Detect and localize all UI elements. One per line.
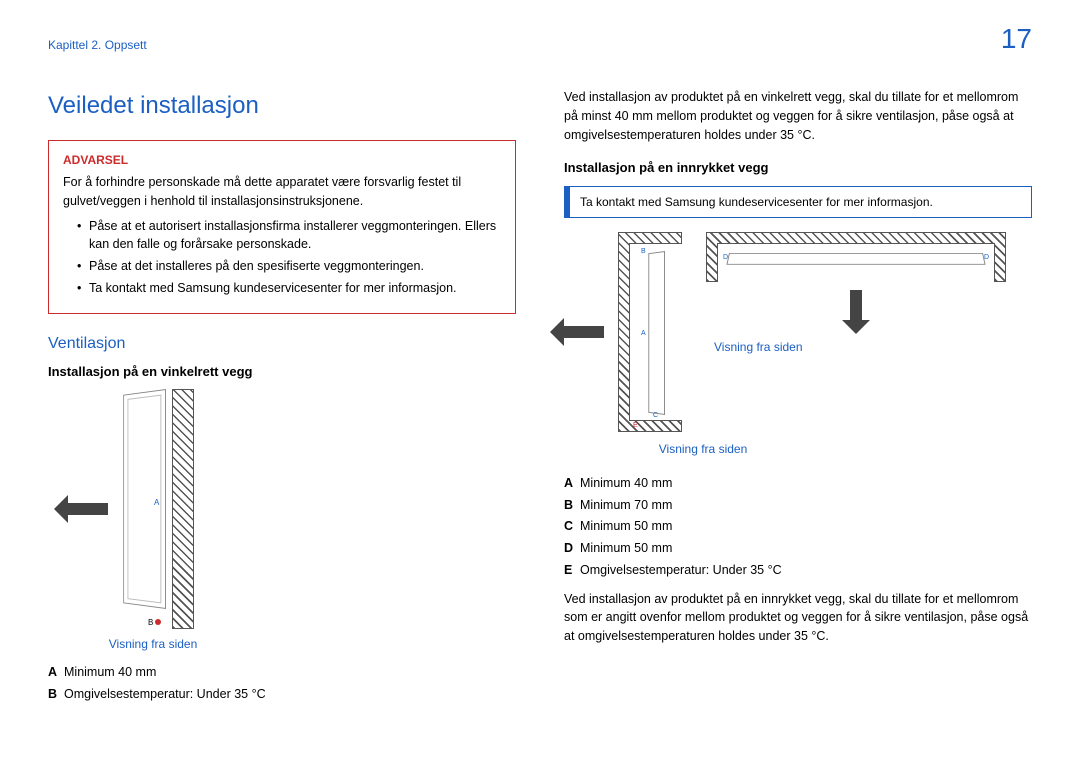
info-bar: Ta kontakt med Samsung kundeservicesente… (564, 186, 1032, 218)
outro-paragraph: Ved installasjon av produktet på en innr… (564, 590, 1032, 646)
legend-row: AMinimum 40 mm (564, 474, 1032, 493)
warning-bullet: Påse at et autorisert installasjonsfirma… (77, 217, 501, 255)
diagram-label-b: B (148, 617, 161, 629)
arrow-down-icon (850, 290, 862, 320)
diagram-label-e: E (633, 421, 638, 432)
legend-row: EOmgivelsestemperatur: Under 35 °C (564, 561, 1032, 580)
warning-text: For å forhindre personskade må dette app… (63, 173, 501, 211)
diagram-label-d: D (723, 253, 728, 264)
diagram-perpendicular-wall: A B (48, 389, 516, 629)
legend: AMinimum 40 mm BOmgivelsestemperatur: Un… (48, 663, 516, 704)
diagram-caption: Visning fra siden (68, 635, 238, 653)
legend-row: AMinimum 40 mm (48, 663, 516, 682)
diagram-label-b: B (641, 247, 646, 258)
diagram-top-view: D D (706, 232, 1006, 282)
chapter-label: Kapittel 2. Oppsett (48, 36, 147, 54)
diagram-label-c: C (653, 411, 658, 422)
intro-paragraph: Ved installasjon av produktet på en vink… (564, 88, 1032, 144)
page-number: 17 (1001, 18, 1032, 60)
diagram-label-a: A (641, 329, 646, 340)
section-heading: Ventilasjon (48, 332, 516, 356)
arrow-left-icon (564, 326, 604, 338)
legend: AMinimum 40 mm BMinimum 70 mm CMinimum 5… (564, 474, 1032, 580)
legend-row: CMinimum 50 mm (564, 517, 1032, 536)
diagram-caption: Visning fra siden (714, 338, 1006, 356)
diagram-label-d: D (984, 253, 989, 264)
subsection-heading: Installasjon på en vinkelrett vegg (48, 362, 516, 382)
legend-row: DMinimum 50 mm (564, 539, 1032, 558)
diagram-indented-wall: B A C E D D Visni (564, 232, 1032, 432)
legend-row: BOmgivelsestemperatur: Under 35 °C (48, 685, 516, 704)
subsection-heading: Installasjon på en innrykket vegg (564, 158, 1032, 178)
diagram-label-a: A (154, 497, 159, 509)
warning-box: Advarsel For å forhindre personskade må … (48, 140, 516, 314)
arrow-left-icon (68, 503, 108, 515)
page-header: Kapittel 2. Oppsett 17 (48, 36, 1032, 60)
diagram-caption: Visning fra siden (618, 440, 788, 458)
page-title: Veiledet installasjon (48, 88, 516, 124)
warning-bullet: Påse at det installeres på den spesifise… (77, 257, 501, 276)
warning-bullet: Ta kontakt med Samsung kundeservicesente… (77, 279, 501, 298)
legend-row: BMinimum 70 mm (564, 496, 1032, 515)
warning-label: Advarsel (63, 151, 501, 169)
